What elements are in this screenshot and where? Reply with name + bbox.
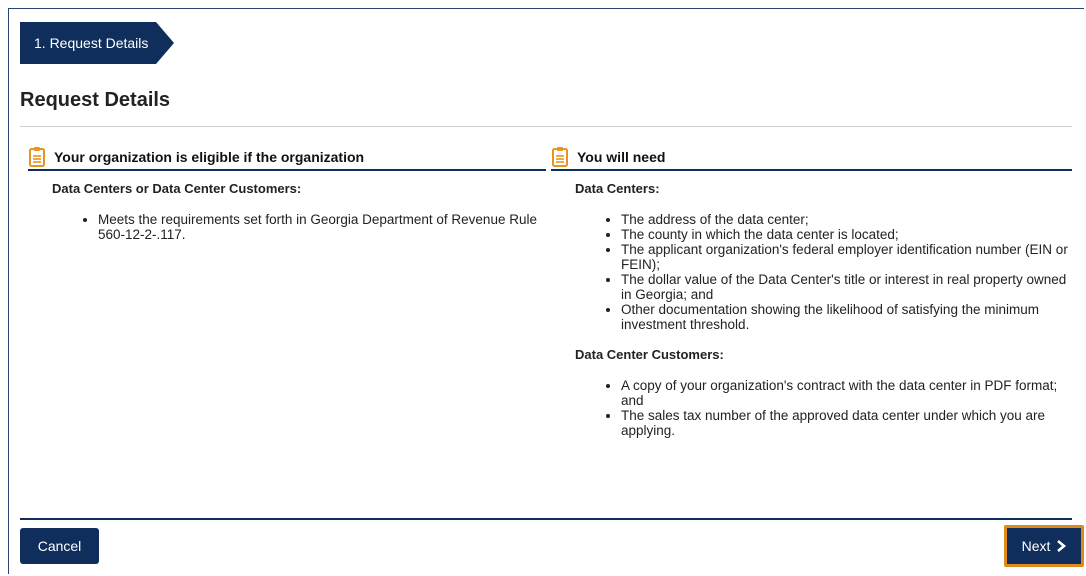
eligibility-panel: Your organization is eligible if the org… bbox=[28, 145, 546, 242]
step-tab-arrow bbox=[156, 22, 175, 64]
title-divider bbox=[20, 126, 1072, 127]
footer-divider bbox=[20, 518, 1072, 520]
data-center-customers-title: Data Center Customers: bbox=[575, 347, 724, 362]
data-centers-list: The address of the data center; The coun… bbox=[551, 212, 1072, 332]
requirements-heading: You will need bbox=[577, 149, 666, 165]
list-item: The sales tax number of the approved dat… bbox=[621, 408, 1072, 438]
eligibility-list: Meets the requirements set forth in Geor… bbox=[28, 212, 546, 242]
eligibility-heading: Your organization is eligible if the org… bbox=[54, 149, 365, 165]
clipboard-icon bbox=[552, 147, 568, 167]
list-item: Other documentation showing the likeliho… bbox=[621, 302, 1072, 332]
list-item: The county in which the data center is l… bbox=[621, 227, 1072, 242]
step-tab-label: 1. Request Details bbox=[20, 22, 157, 64]
requirements-panel: You will need Data Centers: The address … bbox=[551, 145, 1072, 438]
eligibility-section-title: Data Centers or Data Center Customers: bbox=[52, 181, 302, 196]
list-item: The applicant organization's federal emp… bbox=[621, 242, 1072, 272]
list-item: The address of the data center; bbox=[621, 212, 1072, 227]
requirements-header: You will need bbox=[551, 145, 1072, 171]
list-item: A copy of your organization's contract w… bbox=[621, 378, 1072, 408]
step-tab-request-details: 1. Request Details bbox=[20, 22, 175, 64]
data-center-customers-list: A copy of your organization's contract w… bbox=[551, 378, 1072, 438]
list-item: Meets the requirements set forth in Geor… bbox=[98, 212, 546, 242]
cancel-button[interactable]: Cancel bbox=[20, 528, 99, 564]
clipboard-icon bbox=[29, 147, 45, 167]
page-title: Request Details bbox=[20, 89, 171, 111]
next-button[interactable]: Next bbox=[1004, 525, 1084, 567]
next-button-label: Next bbox=[1021, 538, 1051, 554]
cancel-button-label: Cancel bbox=[37, 538, 82, 554]
list-item: The dollar value of the Data Center's ti… bbox=[621, 272, 1072, 302]
data-centers-title: Data Centers: bbox=[575, 181, 660, 196]
eligibility-header: Your organization is eligible if the org… bbox=[28, 145, 546, 171]
chevron-right-icon bbox=[1057, 540, 1067, 552]
